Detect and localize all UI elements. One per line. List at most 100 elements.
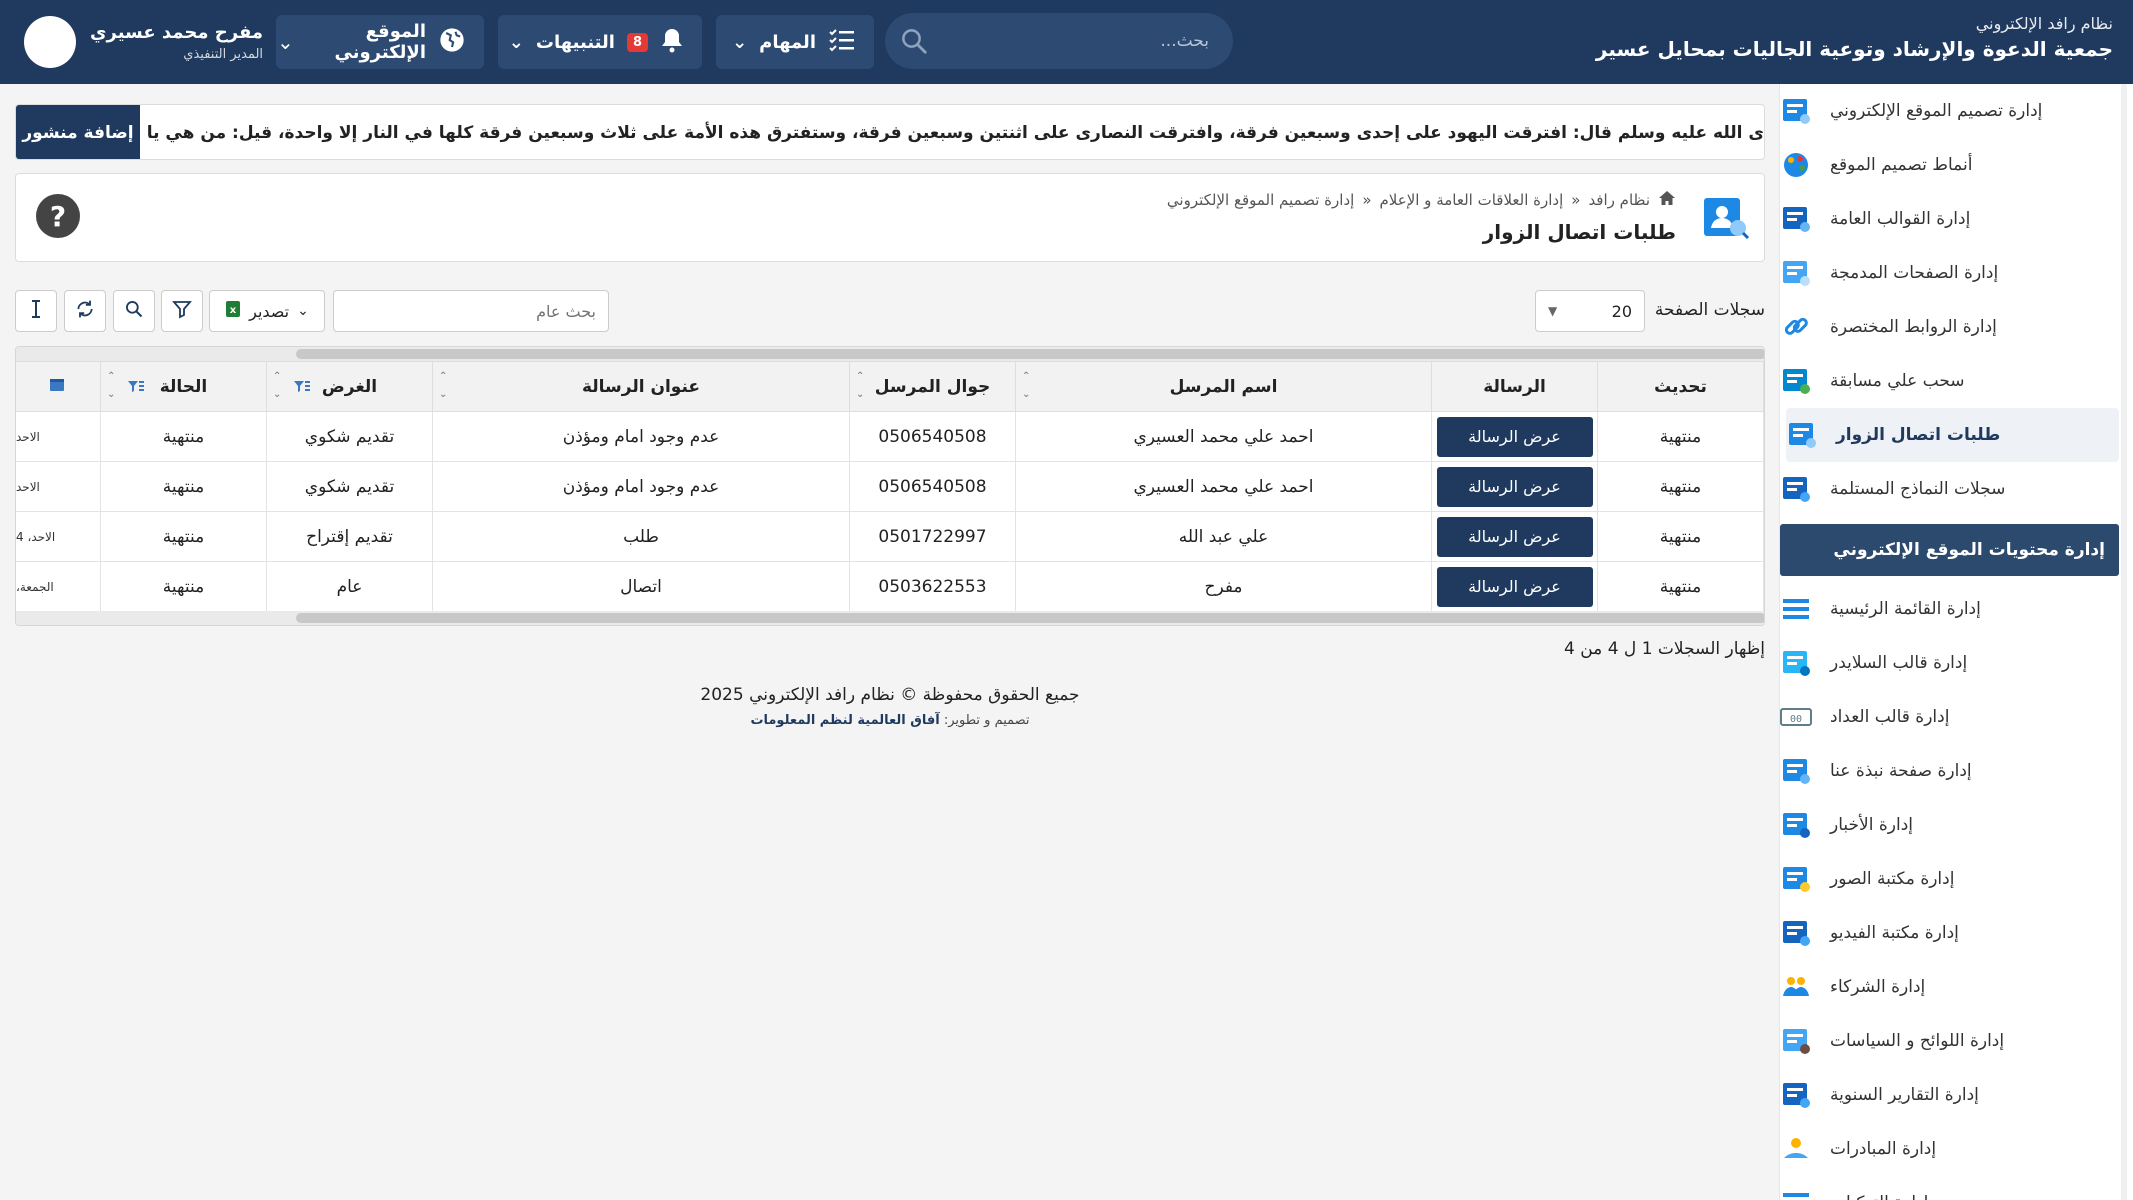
sidebar-item[interactable]: إدارة مكتبة الفيديو (1780, 906, 2133, 960)
sidebar-item[interactable]: إدارة مكتبة الصور (1780, 852, 2133, 906)
export-button[interactable]: ⌄ تصدير x (209, 290, 325, 332)
cell-sender-name: احمد علي محمد العسيري (1015, 461, 1432, 512)
sidebar-item[interactable]: إدارة الشركاء (1780, 960, 2133, 1014)
sort-icon[interactable]: ⌃ ⌄ (107, 368, 115, 404)
forms-icon (1780, 473, 1812, 505)
avatar[interactable] (24, 16, 76, 68)
sidebar-item-label: إدارة قالب العداد (1830, 707, 1950, 727)
help-button[interactable]: ? (36, 194, 80, 238)
cell-message: عرض الرسالة (1431, 561, 1598, 612)
sidebar-item-label: إدارة قالب السلايدر (1830, 653, 1968, 673)
cell-sender-name: مفرح (1015, 561, 1432, 612)
cell-status: منتهية (100, 461, 267, 512)
sort-icon[interactable]: ⌃ ⌄ (856, 368, 864, 404)
cell-status: منتهية (100, 511, 267, 562)
view-message-button[interactable]: عرض الرسالة (1436, 516, 1593, 557)
add-post-button[interactable]: إضافة منشور (16, 105, 140, 159)
globe-icon (438, 26, 466, 59)
sort-icon[interactable]: ⌃ ⌄ (439, 368, 447, 404)
sidebar-item[interactable]: إدارة الأخبار (1780, 798, 2133, 852)
sidebar-item[interactable]: إدارة القائمة الرئيسية (1780, 582, 2133, 636)
sidebar-scrollbar[interactable] (2121, 84, 2127, 1200)
col-status[interactable]: ⌃ ⌄ الحالة (100, 361, 267, 412)
cell-sender-mobile: 0506540508 (849, 411, 1016, 462)
sidebar-section-label: إدارة محتويات الموقع الإلكتروني (1833, 540, 2105, 560)
chevron-down-icon[interactable]: ⌄ (277, 30, 294, 54)
cell-subject: عدم وجود امام ومؤذن (432, 461, 850, 512)
sidebar-item[interactable]: إدارة الصفحات المدمجة (1780, 246, 2133, 300)
website-button[interactable]: الموقع الإلكتروني (276, 15, 484, 69)
sidebar-item[interactable]: أنماط تصميم الموقع (1780, 138, 2133, 192)
top-search-input[interactable] (909, 31, 1209, 51)
filter-button[interactable] (161, 290, 203, 332)
excel-icon: x (225, 300, 241, 322)
cell-update: منتهية (1597, 561, 1764, 612)
sidebar-item-label: إدارة تصميم الموقع الإلكتروني (1830, 101, 2043, 121)
sidebar-item[interactable]: إدارة المبادرات (1780, 1122, 2133, 1176)
refresh-button[interactable] (64, 290, 106, 332)
search-button[interactable] (113, 290, 155, 332)
breadcrumb-item[interactable]: نظام رافد (1588, 191, 1650, 209)
credit-company-link[interactable]: آفاق العالمية لنظم المعلومات (750, 713, 939, 728)
resize-columns-icon (29, 299, 43, 323)
col-update[interactable]: تحديث (1597, 361, 1764, 412)
sidebar-item-label: إدارة الأخبار (1830, 815, 1913, 835)
draw-icon (1780, 365, 1812, 397)
page-title: طلبات اتصال الزوار (1482, 220, 1676, 244)
sidebar-item[interactable]: إدارة صفحة نبذة عنا (1780, 744, 2133, 798)
sidebar-item-label: إدارة صفحة نبذة عنا (1830, 761, 1972, 781)
sidebar-item[interactable]: إدارة الروابط المختصرة (1780, 300, 2133, 354)
sidebar-item[interactable]: سحب علي مسابقة (1780, 354, 2133, 408)
col-sender-name[interactable]: ⌃ ⌄ اسم المرسل (1015, 361, 1432, 412)
user-menu[interactable]: ⌄ مفرح محمد عسيري المدير التنفيذي (24, 16, 294, 68)
col-date[interactable] (16, 361, 101, 412)
column-filter-icon[interactable] (127, 378, 145, 398)
reports-icon (1780, 1079, 1812, 1111)
global-search-input[interactable] (333, 290, 609, 332)
sidebar-item[interactable]: إدارة التزكيات (1780, 1176, 2133, 1200)
view-message-button[interactable]: عرض الرسالة (1436, 466, 1593, 507)
page-size-label: سجلات الصفحة (1654, 300, 1765, 320)
breadcrumb-item[interactable]: إدارة العلاقات العامة و الإعلام (1380, 191, 1564, 209)
palette-icon (1780, 149, 1812, 181)
column-filter-icon[interactable] (293, 378, 311, 398)
pagination-info: إظهار السجلات 1 ل 4 من 4 (1564, 639, 1765, 659)
user-role: المدير التنفيذي (183, 47, 264, 62)
sidebar-item[interactable]: إدارة تصميم الموقع الإلكتروني (1780, 84, 2133, 138)
breadcrumb-item[interactable]: إدارة تصميم الموقع الإلكتروني (1167, 191, 1354, 209)
col-subject[interactable]: ⌃ ⌄ عنوان الرسالة (432, 361, 850, 412)
notifications-button[interactable]: 8 التنبيهات ⌄ (498, 15, 702, 69)
counter-icon: 00 (1780, 701, 1812, 733)
sidebar-item[interactable]: إدارة القوالب العامة (1780, 192, 2133, 246)
sidebar-item[interactable]: إدارة قالب العداد 00 (1780, 690, 2133, 744)
cell-date: الجمعة، (16, 561, 101, 612)
page-size-select[interactable]: 20 ▼ (1535, 290, 1645, 332)
view-message-button[interactable]: عرض الرسالة (1436, 566, 1593, 607)
sidebar-item[interactable]: طلبات اتصال الزوار (1786, 408, 2119, 462)
cell-update: منتهية (1597, 461, 1764, 512)
home-icon[interactable] (1658, 190, 1676, 210)
sort-icon[interactable]: ⌃ ⌄ (273, 368, 281, 404)
video-library-icon (1780, 917, 1812, 949)
sidebar-item[interactable]: إدارة قالب السلايدر (1780, 636, 2133, 690)
sidebar-item[interactable]: إدارة التقارير السنوية (1780, 1068, 2133, 1122)
sidebar-item[interactable]: إدارة اللوائح و السياسات (1780, 1014, 2133, 1068)
column-width-button[interactable] (15, 290, 57, 332)
copyright-text: جميع الحقوق محفوظة © نظام رافد الإلكترون… (700, 685, 1080, 705)
table-row: منتهية عرض الرسالة احمد علي محمد العسيري… (16, 461, 1764, 512)
sort-icon[interactable]: ⌃ ⌄ (1022, 368, 1030, 404)
col-purpose[interactable]: ⌃ ⌄ الغرض (266, 361, 433, 412)
col-sender-mobile[interactable]: ⌃ ⌄ جوال المرسل (849, 361, 1016, 412)
export-label: تصدير (249, 301, 290, 321)
sidebar-item[interactable]: سجلات النماذج المستلمة (1780, 462, 2133, 516)
tasks-button[interactable]: المهام ⌄ (716, 15, 874, 69)
table-scrollbar-bottom[interactable] (16, 611, 1764, 625)
sidebar-section-website-contents[interactable]: إدارة محتويات الموقع الإلكتروني (1780, 524, 2119, 576)
table-scrollbar-top[interactable] (16, 347, 1764, 361)
top-search[interactable] (885, 13, 1233, 69)
cell-purpose: عام (266, 561, 433, 612)
contact-requests-table: تحديث الرسالة ⌃ ⌄ اسم المرسل ⌃ ⌄ جوال المرسل… (15, 346, 1765, 626)
cell-purpose: تقديم شكوي (266, 461, 433, 512)
view-message-button[interactable]: عرض الرسالة (1436, 416, 1593, 457)
col-message[interactable]: الرسالة (1431, 361, 1598, 412)
